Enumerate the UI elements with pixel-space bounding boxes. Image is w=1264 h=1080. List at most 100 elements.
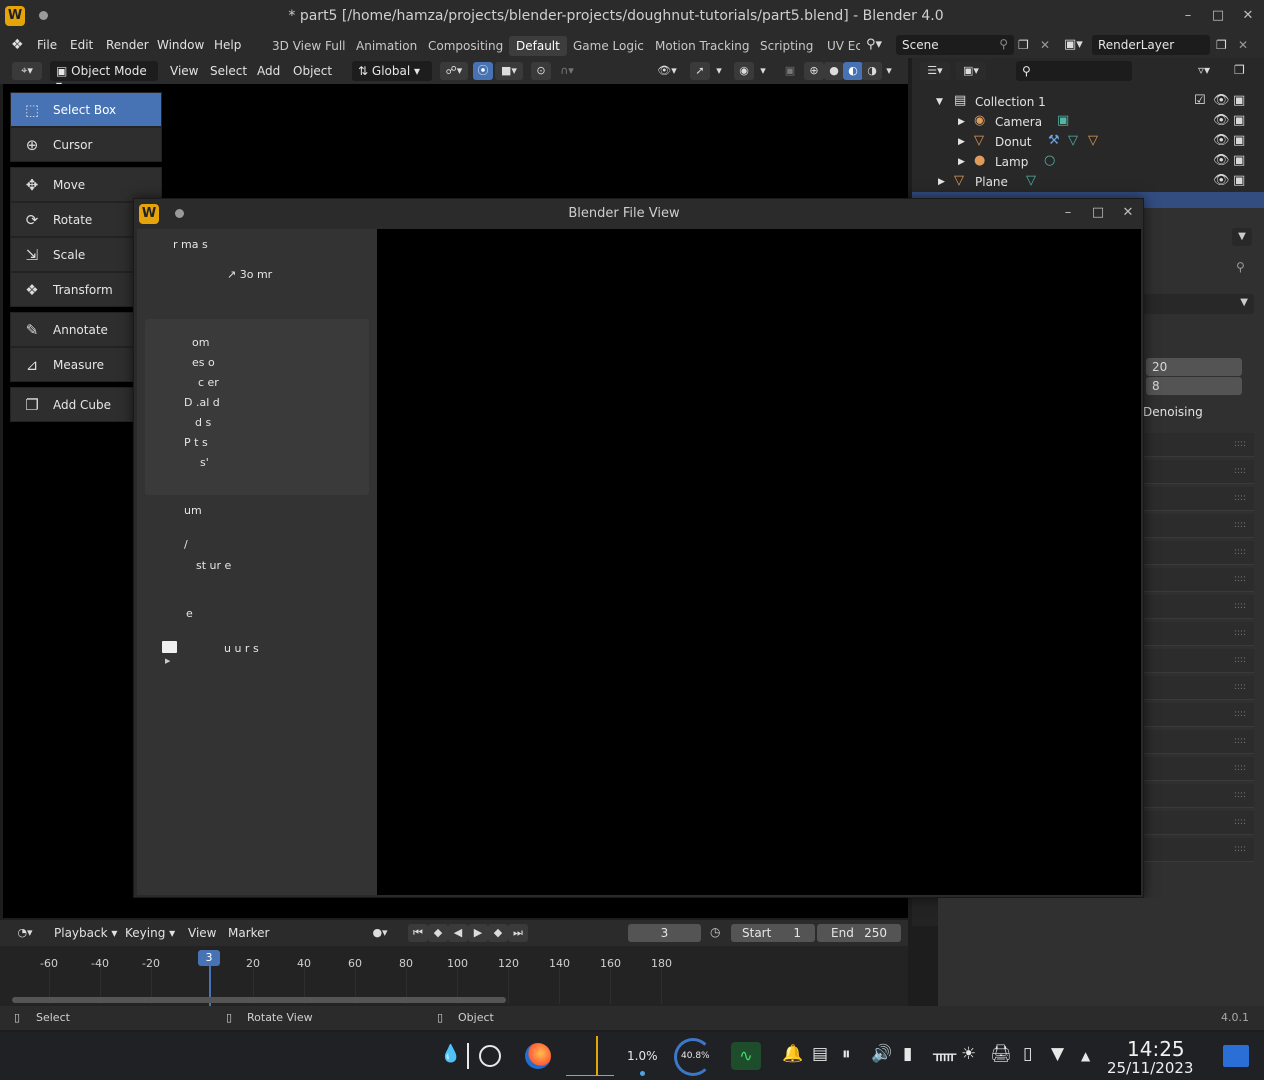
properties-panel-row[interactable]: :::: xyxy=(1140,541,1254,565)
proportional-edit-icon[interactable]: ⊙ xyxy=(531,62,551,80)
new-render-layer-icon[interactable]: ❐ xyxy=(1216,38,1227,52)
outliner-row-lamp[interactable]: ▶ ● Lamp ○ 👁 ▣ xyxy=(912,152,1264,172)
keying-menu[interactable]: Keying ▾ xyxy=(125,926,175,940)
menu-render[interactable]: Render xyxy=(106,38,149,52)
camera-render-icon[interactable]: ▣ xyxy=(1233,113,1245,128)
wifi-icon[interactable]: ▼ xyxy=(1051,1044,1064,1064)
pivot-icon[interactable]: ☍▾ xyxy=(440,62,468,80)
orientation-dropdown[interactable]: ⇅ Global ▾ xyxy=(352,61,432,81)
property-field-2[interactable]: 8 xyxy=(1146,377,1242,395)
timeline-marker-menu[interactable]: Marker xyxy=(228,926,269,940)
property-field-1[interactable]: 20 xyxy=(1146,358,1242,376)
dialog-close-button[interactable]: ✕ xyxy=(1120,205,1136,221)
playback-menu[interactable]: Playback ▾ xyxy=(54,926,117,940)
solid-shading-icon[interactable]: ● xyxy=(824,62,844,80)
tray-expand-icon[interactable]: ▲ xyxy=(1081,1049,1090,1063)
gizmo-icon[interactable]: ➚ xyxy=(690,62,710,80)
current-frame-marker[interactable]: 3 xyxy=(198,950,220,966)
menu-object[interactable]: Object xyxy=(293,64,332,78)
expand-arrow-icon[interactable]: ▼ xyxy=(936,97,943,107)
properties-panel-row[interactable]: :::: xyxy=(1140,730,1254,754)
new-scene-icon[interactable]: ❐ xyxy=(1018,38,1029,52)
tab-scripting[interactable]: Scripting xyxy=(753,36,820,56)
menu-view[interactable]: View xyxy=(170,64,198,78)
eye-icon[interactable]: 👁 xyxy=(1213,93,1230,108)
properties-panel-row[interactable]: :::: xyxy=(1140,649,1254,673)
record-icon[interactable]: ●▾ xyxy=(362,924,398,942)
scene-name-field[interactable]: Scene ⚲ xyxy=(896,35,1014,55)
current-frame-field[interactable]: 3 xyxy=(628,924,701,942)
gizmo-dropdown-icon[interactable]: ▾ xyxy=(712,62,726,80)
properties-panel-row[interactable]: :::: xyxy=(1140,838,1254,862)
timeline-view-menu[interactable]: View xyxy=(188,926,216,940)
drag-grip-icon[interactable]: :::: xyxy=(1234,601,1246,611)
delete-render-layer-icon[interactable]: ✕ xyxy=(1238,38,1248,52)
outliner-search-input[interactable]: ⚲ xyxy=(1016,61,1132,81)
drag-grip-icon[interactable]: :::: xyxy=(1234,547,1246,557)
camera-render-icon[interactable]: ▣ xyxy=(1233,153,1245,168)
outliner-row-camera[interactable]: ▶ ◉ Camera ▣ 👁 ▣ xyxy=(912,112,1264,132)
expand-arrow-icon[interactable]: ▶ xyxy=(938,177,945,187)
clock-time[interactable]: 14:25 xyxy=(1127,1037,1185,1061)
editor-type-icon[interactable]: ⌖▾ xyxy=(12,62,42,80)
brightness-icon[interactable]: ☀ xyxy=(961,1044,976,1064)
filter-icon[interactable]: ▿▾ xyxy=(1198,63,1210,77)
menu-select[interactable]: Select xyxy=(210,64,247,78)
camera-render-icon[interactable]: ▣ xyxy=(1233,133,1245,148)
properties-panel-row[interactable]: :::: xyxy=(1140,460,1254,484)
dialog-minimize-button[interactable]: – xyxy=(1060,205,1076,221)
notification-bell-icon[interactable]: 🔔 xyxy=(782,1044,803,1064)
wireframe-shading-icon[interactable]: ⊕ xyxy=(804,62,824,80)
next-keyframe-icon[interactable]: ◆ xyxy=(488,924,508,942)
drag-grip-icon[interactable]: :::: xyxy=(1234,790,1246,800)
eye-icon[interactable]: 👁 xyxy=(1213,113,1230,128)
maximize-button[interactable]: □ xyxy=(1210,8,1226,24)
tab-3d-view-full[interactable]: 3D View Full xyxy=(265,36,353,56)
falloff-icon[interactable]: ∩▾ xyxy=(553,62,581,80)
tool-select-box[interactable]: ⬚ Select Box xyxy=(10,92,162,127)
menu-window[interactable]: Window xyxy=(157,38,204,52)
dialog-file-browser[interactable] xyxy=(377,229,1141,895)
expand-arrow-icon[interactable]: ▶ xyxy=(165,657,170,665)
circle-icon[interactable] xyxy=(479,1045,501,1067)
eye-icon[interactable]: 👁 xyxy=(1213,173,1230,188)
drag-grip-icon[interactable]: :::: xyxy=(1234,844,1246,854)
start-frame-field[interactable]: Start 1 xyxy=(731,924,815,942)
show-desktop-icon[interactable] xyxy=(1223,1045,1249,1067)
expand-arrow-icon[interactable]: ▶ xyxy=(958,157,965,167)
outliner-row-collection[interactable]: ▼ ▤ Collection 1 ☑ 👁 ▣ xyxy=(912,92,1264,112)
minimize-button[interactable]: – xyxy=(1180,8,1196,24)
firefox-icon[interactable] xyxy=(525,1043,551,1069)
properties-panel-row[interactable]: :::: xyxy=(1140,487,1254,511)
expand-arrow-icon[interactable]: ▶ xyxy=(958,117,965,127)
properties-panel-row[interactable]: :::: xyxy=(1140,595,1254,619)
properties-dropdown-icon[interactable]: ▼ xyxy=(1232,228,1252,246)
drag-grip-icon[interactable]: :::: xyxy=(1234,817,1246,827)
jump-end-icon[interactable]: ⏭ xyxy=(508,924,528,942)
scene-selector-icon[interactable]: ⚲▾ xyxy=(866,37,882,52)
clock-date[interactable]: 25/11/2023 xyxy=(1107,1059,1193,1077)
properties-panel-row[interactable]: :::: xyxy=(1140,622,1254,646)
stopwatch-icon[interactable]: ◷ xyxy=(710,925,720,939)
properties-panel-row[interactable]: :::: xyxy=(1140,514,1254,538)
render-layer-selector-icon[interactable]: ▣▾ xyxy=(1064,37,1083,52)
clipboard-icon[interactable]: ▤ xyxy=(812,1044,828,1064)
media-pause-icon[interactable]: ⏸ xyxy=(842,1044,851,1064)
bluetooth-icon[interactable]: ᚅ xyxy=(933,1044,956,1064)
prev-keyframe-icon[interactable]: ◆ xyxy=(428,924,448,942)
camera-render-icon[interactable]: ▣ xyxy=(1233,93,1245,108)
properties-panel-row[interactable]: :::: xyxy=(1140,757,1254,781)
properties-panel-row[interactable]: :::: xyxy=(1140,433,1254,457)
eye-icon[interactable]: 👁 xyxy=(1213,133,1230,148)
timeline-editor-type-icon[interactable]: ◔▾ xyxy=(10,924,40,942)
outliner-editor-type-icon[interactable]: ☰▾ xyxy=(920,62,950,80)
phone-icon[interactable]: ▯ xyxy=(1023,1044,1032,1064)
drag-grip-icon[interactable]: :::: xyxy=(1234,736,1246,746)
properties-panel-row[interactable]: :::: xyxy=(1140,568,1254,592)
overlay-icon[interactable]: ◉ xyxy=(734,62,754,80)
camera-render-icon[interactable]: ▣ xyxy=(1233,173,1245,188)
drag-grip-icon[interactable]: :::: xyxy=(1234,466,1246,476)
blender-logo-icon[interactable]: ❖ xyxy=(11,37,24,53)
menu-file[interactable]: File xyxy=(37,38,57,52)
pin-icon[interactable]: ⚲ xyxy=(999,37,1008,51)
